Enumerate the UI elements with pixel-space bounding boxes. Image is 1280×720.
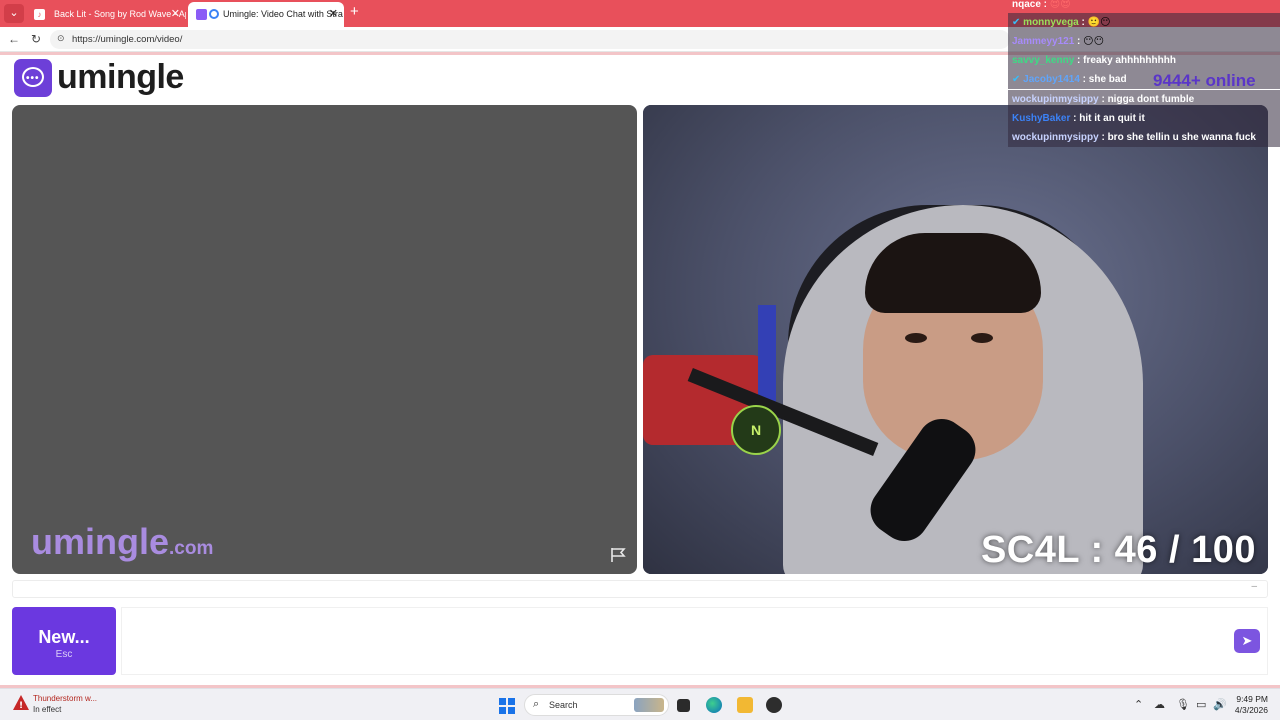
tab-title: Umingle: Video Chat with Stra	[223, 9, 343, 19]
search-icon: ⌕	[533, 698, 540, 710]
verified-icon: ✔	[1012, 17, 1021, 28]
microphone-icon[interactable]: 🎙	[1176, 698, 1190, 711]
weather-title: Thunderstorm w...	[33, 694, 98, 703]
tab-title: Back Lit - Song by Rod Wave - Ap	[54, 9, 186, 19]
emote-icon: 😶😶	[1083, 36, 1105, 47]
tab-actions-chevron-icon[interactable]: ⌄	[4, 4, 24, 23]
chat-text: hit it an quit it	[1079, 113, 1145, 124]
brand-name[interactable]: umingle	[57, 58, 184, 97]
clock-date: 4/3/2026	[1234, 705, 1268, 715]
system-clock[interactable]: 9:49 PM 4/3/2026	[1228, 694, 1268, 716]
display-icon[interactable]: ▭	[1196, 698, 1206, 711]
windows-taskbar: ! Thunderstorm w... In effect ⌕ Search ⌃…	[0, 688, 1280, 720]
url-field[interactable]: ⊙ https://umingle.com/video/	[50, 30, 1010, 49]
chat-text: freaky ahhhhhhhhh	[1083, 55, 1176, 66]
eye	[905, 333, 927, 343]
taskbar-search[interactable]: ⌕ Search	[524, 694, 669, 716]
weather-status: In effect	[33, 705, 62, 714]
chat-message: wockupinmysippy : nigga dont fumble	[1008, 90, 1280, 109]
chat-username: Jacoby1414	[1023, 74, 1080, 85]
chat-log-strip: –	[12, 580, 1268, 598]
online-count: 9444+	[1153, 71, 1201, 89]
chat-message: savvy_kenny : freaky ahhhhhhhhh	[1008, 51, 1280, 70]
refresh-icon[interactable]: ↻	[31, 32, 41, 46]
recording-indicator-icon	[209, 9, 219, 19]
emote-icon: 😍😍	[1049, 0, 1071, 10]
chat-message: KushyBaker : hit it an quit it	[1008, 109, 1280, 128]
app-icon[interactable]	[766, 697, 782, 713]
new-tab-plus-icon[interactable]: +	[350, 3, 359, 20]
minimize-icon[interactable]: –	[1251, 581, 1257, 592]
chat-text: she bad	[1088, 74, 1127, 85]
chat-message: ✔ monnyvega : 🙂😶	[1008, 13, 1280, 32]
score-overlay: SC4L : 46 / 100	[980, 529, 1256, 571]
online-label: online	[1205, 71, 1256, 89]
close-tab-icon[interactable]: ✕	[329, 2, 338, 27]
url-text: https://umingle.com/video/	[72, 34, 183, 45]
chat-message: ✔ Jacoby1414 : she bad 9444+ online	[1008, 70, 1280, 89]
umingle-watermark: umingle.com	[31, 521, 213, 563]
new-button-shortcut: Esc	[55, 649, 73, 660]
clock-time: 9:49 PM	[1236, 694, 1268, 704]
volume-icon[interactable]: 🔊	[1213, 698, 1227, 711]
chat-text: nigga dont fumble	[1107, 94, 1195, 105]
eye	[971, 333, 993, 343]
windows-start-icon[interactable]	[499, 698, 515, 714]
tab-umingle[interactable]: Umingle: Video Chat with Stra ✕	[188, 2, 344, 27]
dots-icon: •••	[26, 73, 40, 84]
stranger-video-pane: N SC4L : 46 / 100	[643, 105, 1268, 574]
chat-username: savvy_kenny	[1012, 55, 1075, 66]
chat-text: bro she tellin u she wanna fuck	[1107, 132, 1256, 143]
message-input[interactable]	[121, 607, 1268, 675]
watermark-suffix: .com	[169, 538, 214, 559]
chat-username: Jammeyy121	[1012, 36, 1075, 47]
close-tab-icon[interactable]: ✕	[171, 2, 180, 27]
edge-browser-icon[interactable]	[706, 697, 722, 713]
tab-apple-music[interactable]: ♪ Back Lit - Song by Rod Wave - Ap ✕	[26, 2, 186, 27]
tray-chevron-icon[interactable]: ⌃	[1134, 698, 1143, 711]
watermark-main: umingle	[31, 521, 170, 562]
online-counter: 9444+ online	[1153, 71, 1256, 89]
new-button-label: New...	[38, 627, 90, 647]
person-hair	[865, 233, 1041, 313]
svg-text:!: !	[19, 701, 23, 711]
chat-username: monnyvega	[1023, 17, 1079, 28]
site-info-icon[interactable]: ⊙	[57, 33, 65, 44]
chat-username: nqace	[1012, 0, 1041, 10]
task-view-icon[interactable]	[677, 699, 690, 712]
chat-username: wockupinmysippy	[1012, 94, 1099, 105]
chat-username: wockupinmysippy	[1012, 132, 1099, 143]
chat-message: Jammeyy121 : 😶😶	[1008, 32, 1280, 51]
stream-chat-overlay: nqace : 😍😍 ✔ monnyvega : 🙂😶 Jammeyy121 :…	[1008, 0, 1280, 148]
emote-icon: 🙂😶	[1087, 17, 1111, 28]
file-explorer-icon[interactable]	[737, 697, 753, 713]
mic-badge: N	[731, 405, 781, 455]
new-stranger-button[interactable]: New... Esc	[12, 607, 116, 675]
search-highlight-image	[634, 698, 664, 712]
verified-icon: ✔	[1012, 74, 1021, 85]
search-label: Search	[549, 700, 578, 710]
report-flag-icon[interactable]	[609, 546, 627, 564]
send-message-button[interactable]: ➤	[1234, 629, 1260, 653]
self-video-pane: umingle.com	[12, 105, 637, 574]
umingle-favicon-icon	[196, 9, 207, 20]
chat-username: KushyBaker	[1012, 113, 1071, 124]
back-arrow-icon[interactable]: ←	[8, 32, 20, 46]
chat-message: nqace : 😍😍	[1012, 0, 1071, 10]
chat-message: wockupinmysippy : bro she tellin u she w…	[1008, 128, 1280, 147]
send-arrow-icon: ➤	[1241, 633, 1253, 648]
weather-alert-icon: !	[13, 695, 29, 711]
network-cloud-icon[interactable]: ☁	[1154, 698, 1165, 711]
umingle-logo-icon[interactable]: •••	[14, 59, 52, 97]
music-icon: ♪	[34, 9, 45, 20]
